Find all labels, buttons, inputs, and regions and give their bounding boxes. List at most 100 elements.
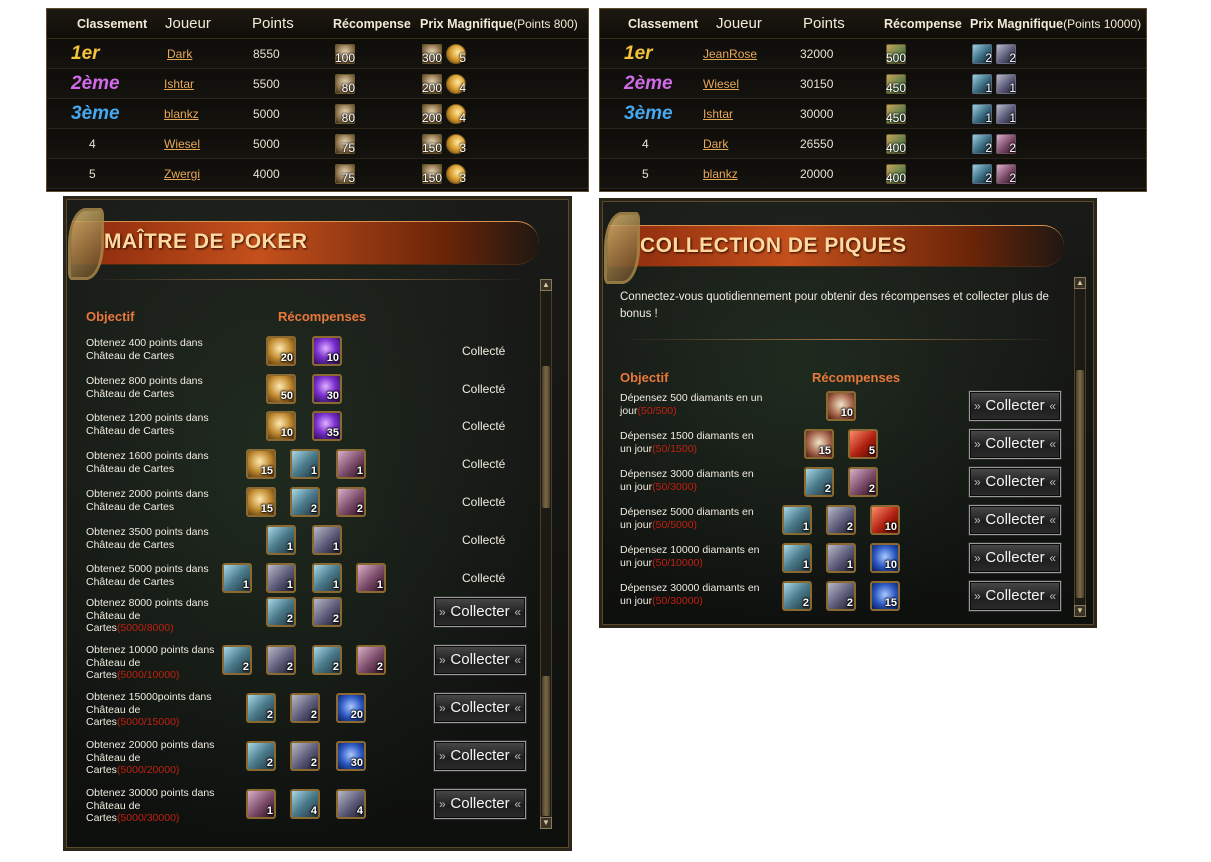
poker-title: MAÎTRE DE POKER [104,230,308,253]
poker-scrollbar[interactable]: ▲ ▼ [540,279,552,829]
item-count: 75 [341,140,355,155]
gold-coin-icon: 20 [266,336,296,366]
player-name-link[interactable]: blankz [703,167,738,181]
ranking-header: Classement Joueur Points Récompense Prix… [47,9,588,39]
scroll-up-arrow-icon[interactable]: ▲ [540,279,552,291]
item-count: 2 [985,50,992,65]
reward-count: 1 [332,541,339,553]
objective-line: Obtenez 2000 points dans [86,488,209,500]
piques-description: Connectez-vous quotidiennement pour obte… [620,291,1049,320]
corner-ornament-icon [604,212,640,284]
shield-reward-icon: 10 [826,391,856,421]
player-name-link[interactable]: Wiesel [164,137,200,151]
item-count: 400 [885,170,906,185]
blue-card-icon: 15 [870,581,900,611]
collect-button[interactable]: Collecter [434,741,526,771]
objective-line-text: Cartes [86,812,117,824]
collect-button[interactable]: Collecter [969,467,1061,497]
points-value: 5000 [253,136,280,151]
blue-hero-card-icon: 2 [972,163,992,184]
reward-count: 2 [310,503,317,515]
hero-card-icon: 2 [290,741,320,771]
player-name-link[interactable]: Dark [703,137,728,151]
points-value: 4000 [253,166,280,181]
reward-count: 1 [310,465,317,477]
scroll-thumb[interactable] [542,676,550,816]
scroll-thumb[interactable] [1076,370,1084,598]
house-reward-icon: 400 [885,163,906,185]
item-count: 1 [985,80,992,95]
crescent-moon-icon: 3 [446,133,466,154]
objective-text: Dépensez 30000 diamants en un jour(50/300… [620,582,772,607]
scroll-up-arrow-icon[interactable]: ▲ [1074,277,1086,289]
player-name-link[interactable]: Wiesel [703,77,739,91]
item-count: 2 [1009,50,1016,65]
reward-count: 30 [350,757,363,769]
divider [620,339,1058,340]
piques-scrollbar[interactable]: ▲ ▼ [1074,277,1086,617]
objective-text: Obtenez 800 points dans Château de Cartes [86,375,221,400]
blue-card-icon: 30 [336,741,366,771]
collect-button[interactable]: Collecter [434,693,526,723]
points-value: 32000 [800,46,834,61]
objective-text: Dépensez 5000 diamants en un jour(50/5000… [620,506,772,531]
progress-text: (50/1500) [652,442,698,455]
collect-button[interactable]: Collecter [434,789,526,819]
objective-text: Obtenez 8000 points dans Château de Cartes… [86,597,221,635]
rewards-header: Récompenses [812,370,901,385]
player-name-link[interactable]: Zwergi [164,167,200,181]
objective-line: Obtenez 400 points dans [86,337,203,349]
objective-line-text: Cartes [86,622,117,634]
grand-prize-cell: 200 4 [422,73,466,94]
objective-text: Dépensez 3000 diamants en un jour(50/3000… [620,468,772,493]
reward-count: 10 [884,559,897,571]
scroll-down-arrow-icon[interactable]: ▼ [540,817,552,829]
reward-count: 5 [868,445,875,457]
hero-card-icon: 2 [356,645,386,675]
objective-line: Obtenez 20000 points dans [86,739,215,751]
reward-cell: 500 [886,43,906,64]
scroll-down-arrow-icon[interactable]: ▼ [1074,605,1086,617]
item-count: 80 [341,110,355,125]
collect-button[interactable]: Collecter [969,543,1061,573]
collect-button[interactable]: Collecter [969,391,1061,421]
hero-card-icon: 2 [222,645,252,675]
header-points: Points [252,15,294,32]
item-count: 200 [421,110,442,125]
player-name-link[interactable]: JeanRose [703,47,757,61]
objective-line: Obtenez 1600 points dans [86,450,209,462]
collect-button[interactable]: Collecter [969,429,1061,459]
gold-chest-icon: 150 [422,133,442,154]
reward-count: 2 [286,613,293,625]
objective-line: Château de [86,703,141,716]
item-count: 300 [421,50,442,65]
reward-count: 15 [260,465,273,477]
reward-count: 2 [266,757,273,769]
collect-button[interactable]: Collecter [969,581,1061,611]
rank-label: 4 [642,136,649,151]
pink-hero-card-icon: 2 [996,163,1016,184]
collect-button[interactable]: Collecter [434,597,526,627]
grand-prize-cell: 300 5 [421,43,466,65]
spades-collection-panel: COLLECTION DE PIQUES Connectez-vous quot… [599,198,1097,628]
objective-header: Objectif [620,370,669,385]
objective-line-text: un jour [620,594,653,607]
objective-line: Château de Cartes [86,349,175,362]
item-count: 450 [885,80,906,95]
rank-label: 5 [642,166,649,181]
scroll-thumb[interactable] [542,366,550,508]
collect-button[interactable]: Collecter [969,505,1061,535]
player-name-link[interactable]: blankz [164,107,199,121]
hero-card-icon: 1 [356,563,386,593]
collect-button[interactable]: Collecter [434,645,526,675]
player-name-link[interactable]: Dark [167,47,192,61]
objective-line-text: jour [620,404,638,417]
reward-cell: 75 [335,133,355,155]
header-player: Joueur [716,15,762,32]
objective-line: Château de Cartes [86,538,175,551]
house-reward-icon: 80 [335,103,355,125]
reward-count: 4 [356,805,363,817]
ranking-row: 4 Dark 26550 400 2 2 [600,129,1146,159]
player-name-link[interactable]: Ishtar [164,77,194,91]
player-name-link[interactable]: Ishtar [703,107,733,121]
